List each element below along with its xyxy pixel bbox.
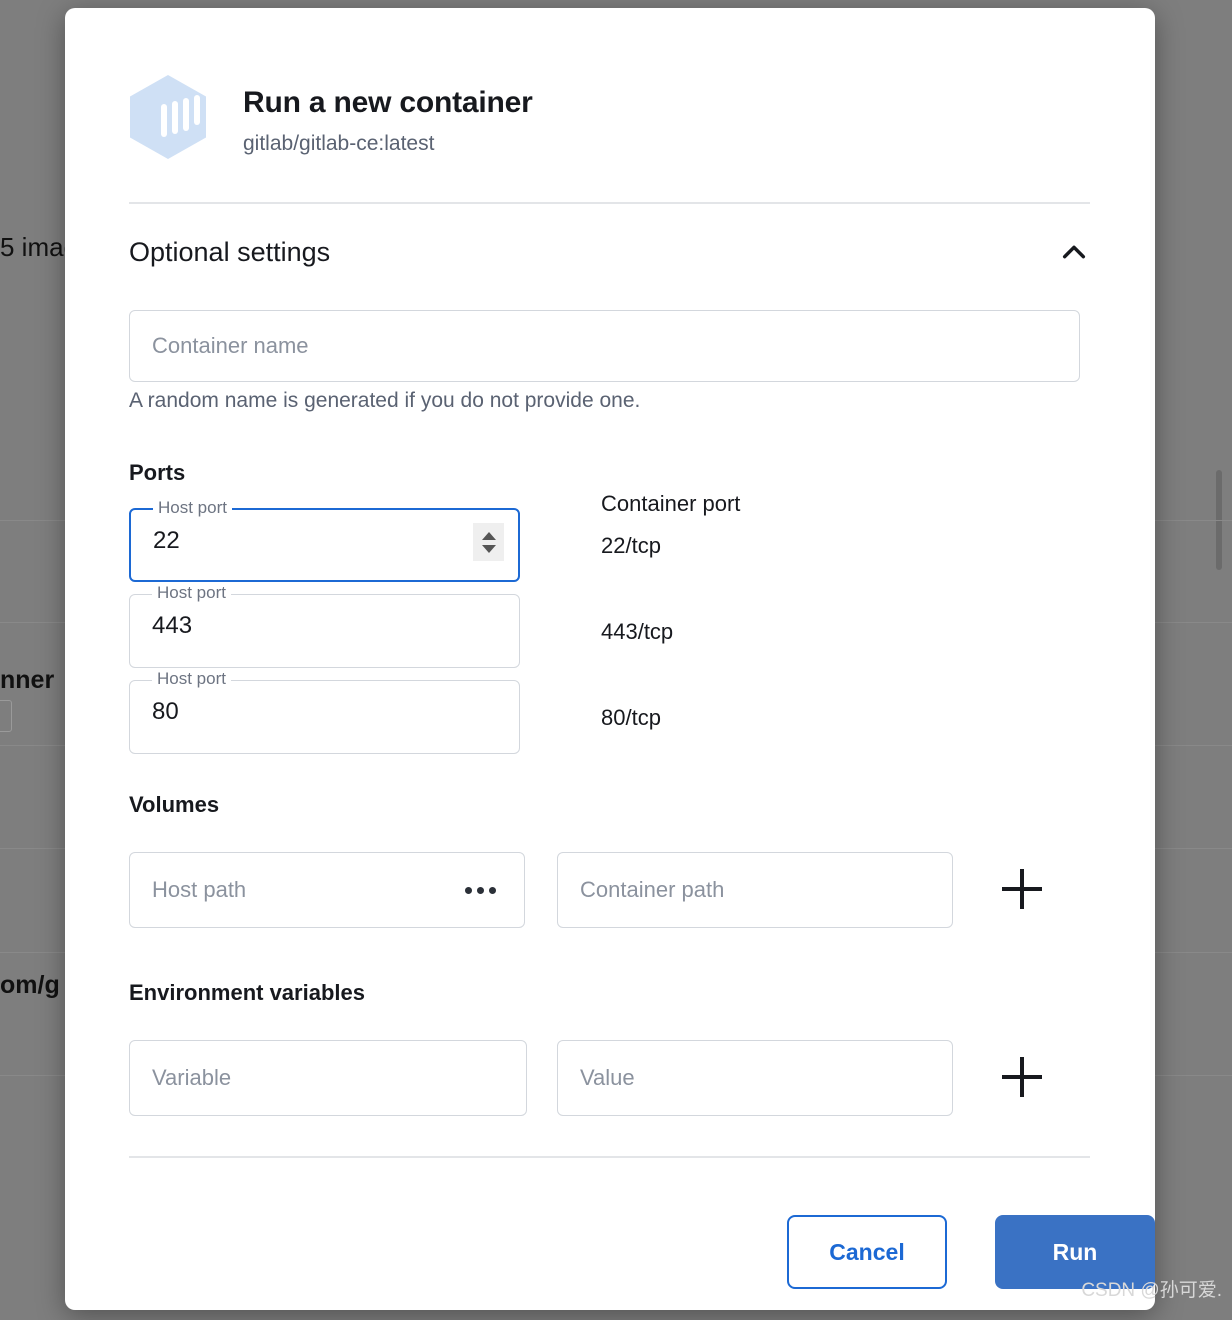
host-port-label-1: Host port (152, 584, 231, 601)
container-port-column-header: Container port (601, 491, 741, 516)
host-port-value-2: 80 (152, 698, 179, 725)
ellipsis-icon[interactable] (465, 886, 502, 894)
container-hexagon-icon (130, 75, 206, 159)
host-port-input-1[interactable]: Host port 443 (129, 584, 520, 668)
background-text-fragment: nner (0, 666, 55, 694)
stepper-up-icon[interactable] (481, 531, 496, 540)
volumes-section-title: Volumes (129, 792, 220, 817)
container-port-value-0: 22/tcp (601, 533, 661, 558)
container-name-placeholder: Container name (152, 333, 309, 358)
volume-container-path-input[interactable]: Container path (557, 852, 953, 928)
optional-settings-toggle[interactable]: Optional settings (129, 236, 1090, 268)
host-port-label-2: Host port (152, 670, 231, 687)
host-port-input-2[interactable]: Host port 80 (129, 670, 520, 754)
dialog-title: Run a new container (243, 86, 533, 119)
run-new-container-dialog: Run a new container gitlab/gitlab-ce:lat… (65, 8, 1155, 1310)
env-value-input[interactable]: Value (557, 1040, 953, 1116)
host-port-value-1: 443 (152, 612, 193, 639)
dialog-header-text: Run a new container gitlab/gitlab-ce:lat… (243, 74, 533, 156)
ports-section-title: Ports (129, 460, 186, 485)
host-port-value-0: 22 (153, 527, 180, 554)
cancel-button[interactable]: Cancel (787, 1215, 947, 1289)
dialog-header: Run a new container gitlab/gitlab-ce:lat… (129, 74, 533, 160)
chevron-up-icon[interactable] (1058, 236, 1090, 268)
optional-settings-title: Optional settings (129, 236, 331, 267)
dialog-subtitle-image-tag: gitlab/gitlab-ce:latest (243, 131, 435, 155)
stepper-down-icon[interactable] (481, 544, 496, 553)
background-text-fragment: om/g (0, 971, 60, 999)
volume-host-path-input[interactable]: Host path (129, 852, 525, 928)
env-variable-placeholder: Variable (152, 1065, 232, 1090)
background-chip (0, 700, 12, 732)
container-port-value-2: 80/tcp (601, 705, 661, 730)
add-volume-button[interactable] (996, 864, 1048, 916)
footer-divider (129, 1156, 1090, 1158)
volume-host-path-placeholder: Host path (152, 877, 247, 902)
plus-icon-vertical (1020, 869, 1024, 909)
backdrop-right-gutter (1185, 0, 1232, 1320)
host-port-input-0[interactable]: Host port 22 (129, 499, 520, 582)
container-name-input[interactable]: Container name (129, 310, 1080, 382)
csdn-watermark: CSDN @孙可爱. (1081, 1280, 1222, 1301)
container-port-value-1: 443/tcp (601, 619, 674, 644)
environment-variables-section-title: Environment variables (129, 980, 365, 1005)
volume-container-path-placeholder: Container path (580, 877, 725, 902)
env-variable-input[interactable]: Variable (129, 1040, 527, 1116)
host-port-stepper-0[interactable] (473, 523, 504, 561)
add-environment-variable-button[interactable] (996, 1052, 1048, 1104)
host-port-label-0: Host port (153, 499, 232, 516)
plus-icon-vertical (1020, 1057, 1024, 1097)
header-divider (129, 202, 1090, 204)
env-value-placeholder: Value (580, 1065, 635, 1090)
container-name-hint: A random name is generated if you do not… (129, 389, 641, 412)
